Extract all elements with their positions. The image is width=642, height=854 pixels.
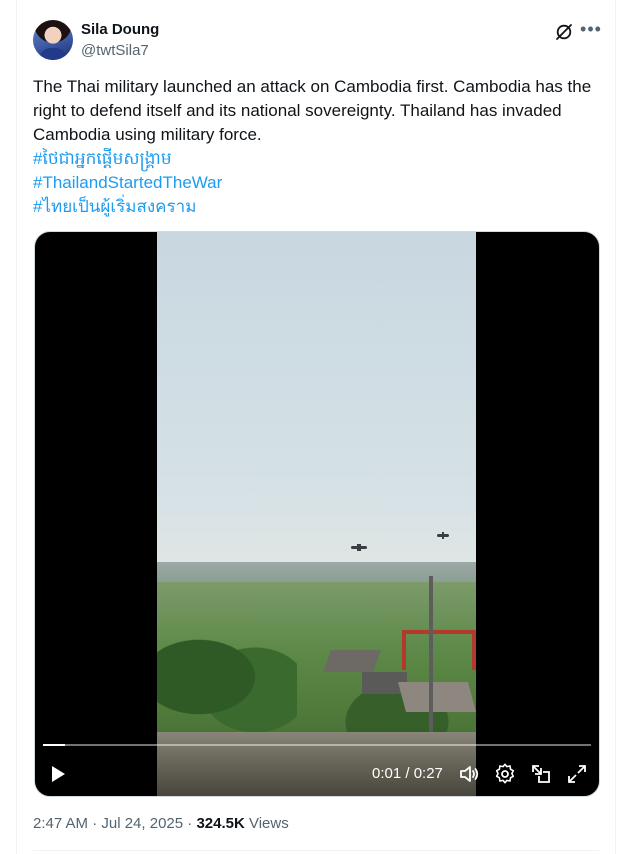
tweet-body: The Thai military launched an attack on … bbox=[33, 75, 599, 219]
video-time: 0:01 / 0:27 bbox=[372, 765, 443, 782]
views-count: 324.5K bbox=[196, 815, 245, 832]
tweet-meta: 2:47 AM · Jul 24, 2025 · 324.5K Views bbox=[33, 815, 289, 832]
hashtag-thai[interactable]: #ไทยเป็นผู้เริ่มสงคราม bbox=[33, 195, 599, 219]
tweet-text: The Thai military launched an attack on … bbox=[33, 77, 592, 144]
hashtag-khmer[interactable]: #ថៃជាអ្នកផ្តើមសង្គ្រាម bbox=[33, 147, 599, 171]
divider bbox=[33, 850, 599, 851]
settings-icon[interactable] bbox=[493, 762, 517, 786]
aircraft-2 bbox=[437, 532, 449, 539]
author-handle[interactable]: @twtSila7 bbox=[81, 42, 149, 59]
tweet-card: Sila Doung @twtSila7 ••• The Thai milita… bbox=[16, 0, 616, 854]
video-frame bbox=[157, 232, 476, 796]
video-progress-bar[interactable] bbox=[43, 744, 591, 746]
tweet-timestamp[interactable]: 2:47 AM · Jul 24, 2025 · bbox=[33, 815, 196, 832]
author-name[interactable]: Sila Doung bbox=[81, 21, 159, 38]
fullscreen-icon[interactable] bbox=[565, 762, 589, 786]
hashtag-english[interactable]: #ThailandStartedTheWar bbox=[33, 171, 599, 195]
views-label: Views bbox=[248, 815, 289, 832]
avatar[interactable] bbox=[33, 20, 73, 60]
more-icon[interactable]: ••• bbox=[580, 20, 602, 42]
video-player[interactable]: 0:01 / 0:27 bbox=[34, 231, 600, 797]
pip-icon[interactable] bbox=[529, 762, 553, 786]
grok-icon[interactable] bbox=[554, 22, 574, 42]
volume-icon[interactable] bbox=[457, 762, 481, 786]
aircraft-1 bbox=[351, 544, 367, 551]
play-icon[interactable] bbox=[45, 762, 69, 786]
video-progress-fill bbox=[43, 744, 65, 746]
